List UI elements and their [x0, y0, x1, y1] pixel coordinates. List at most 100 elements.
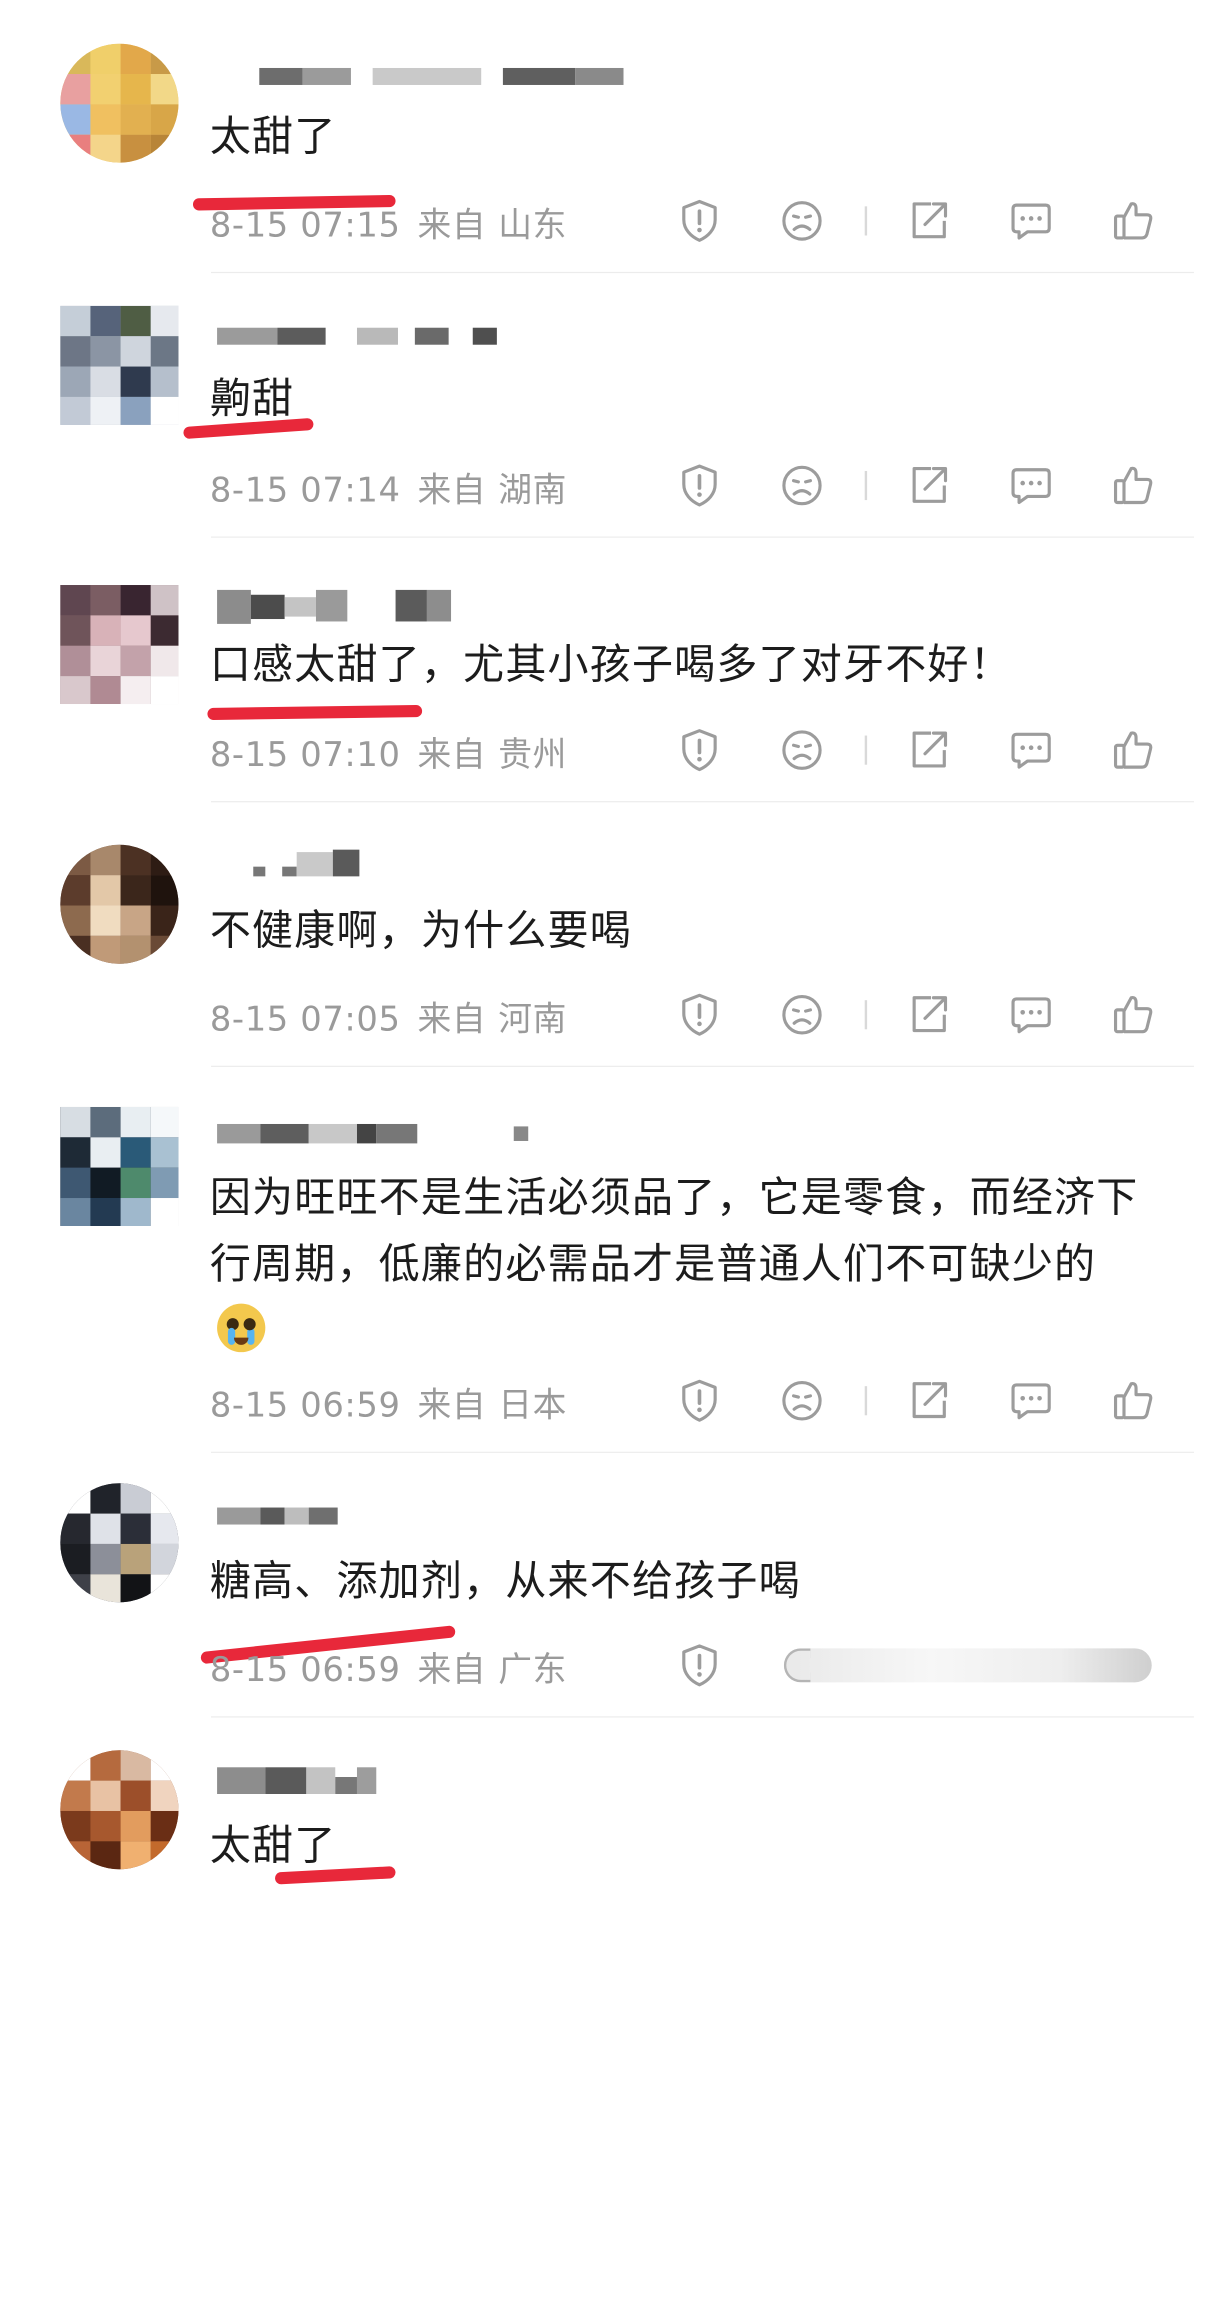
- comment-location: 湖南: [498, 469, 568, 510]
- username-redacted: [217, 849, 360, 877]
- report-button[interactable]: [675, 726, 723, 775]
- comment-text: 糖高、添加剂，从来不给孩子喝: [209, 1557, 801, 1606]
- username-redacted: [217, 589, 452, 624]
- comment-actions: [675, 461, 1157, 510]
- comment-meta: 8-15 06:59 来自 广东: [210, 1643, 567, 1692]
- report-button[interactable]: [675, 461, 723, 510]
- like-button[interactable]: [1110, 990, 1158, 1039]
- comment-divider: [211, 1065, 1194, 1067]
- from-label: 来自: [417, 734, 487, 775]
- comment-actions: [675, 990, 1157, 1039]
- avatar[interactable]: [60, 1106, 179, 1226]
- reply-button[interactable]: [1007, 461, 1055, 510]
- comment-actions: [675, 726, 1157, 775]
- username-redacted: [217, 1767, 377, 1794]
- reply-button[interactable]: [1007, 726, 1055, 775]
- from-label: 来自: [417, 1384, 487, 1426]
- share-box-icon: [912, 1382, 948, 1419]
- avatar[interactable]: [60, 844, 179, 964]
- comment-time: 8-15 07:10: [209, 734, 401, 775]
- comment-text: 不健康啊，为什么要喝: [209, 906, 632, 956]
- chat-bubble-icon: [1011, 732, 1051, 769]
- comment-location: 河南: [498, 998, 568, 1040]
- shield-exclamation-icon: [682, 199, 717, 242]
- comment-meta: 8-15 07:14 来自 湖南: [210, 464, 567, 513]
- comment-text: 齁甜: [209, 375, 295, 424]
- avatar[interactable]: [60, 43, 179, 163]
- from-label: 来自: [417, 998, 487, 1040]
- comment-actions: [675, 1376, 1157, 1425]
- comment-time: 8-15 07:14: [209, 469, 401, 510]
- crying-face-emoji-icon: [217, 1303, 266, 1353]
- share-button[interactable]: [905, 197, 953, 246]
- thumbs-up-icon: [1113, 731, 1153, 769]
- avatar[interactable]: [60, 305, 179, 425]
- report-button[interactable]: [675, 990, 723, 1039]
- username-redacted: [217, 67, 624, 85]
- avatar[interactable]: [60, 1750, 179, 1870]
- actions-redacted: [783, 1648, 1152, 1683]
- comment-divider: [211, 271, 1194, 274]
- frown-face-icon: [782, 730, 822, 770]
- dislike-button[interactable]: [778, 197, 826, 246]
- chat-bubble-icon: [1011, 468, 1051, 505]
- comment-meta: 8-15 07:10 来自 贵州: [210, 728, 567, 777]
- comment-time: 8-15 06:59: [209, 1649, 401, 1690]
- from-label: 来自: [417, 205, 487, 246]
- divider: [864, 735, 868, 765]
- share-button[interactable]: [905, 726, 953, 775]
- comment-text-content: 因为旺旺不是生活必须品了，它是零食，而经济下行周期，低廉的必需品才是普通人们不可…: [209, 1173, 1139, 1290]
- like-button[interactable]: [1110, 726, 1158, 775]
- comment-divider: [211, 536, 1194, 538]
- highlight-mark: [207, 704, 423, 721]
- thumbs-up-icon: [1113, 202, 1153, 240]
- reply-button[interactable]: [1007, 990, 1055, 1039]
- comment-list: 太甜了 8-15 07:15 来自 山东 齁甜 8-15 07:14 来自 湖南…: [0, 0, 1206, 2309]
- comment-actions: [675, 197, 1157, 246]
- dislike-button[interactable]: [778, 1376, 826, 1425]
- divider: [864, 206, 868, 236]
- thumbs-up-icon: [1113, 1381, 1153, 1420]
- share-button[interactable]: [905, 990, 953, 1039]
- chat-bubble-icon: [1011, 203, 1051, 240]
- comment-divider: [211, 1451, 1194, 1453]
- shield-exclamation-icon: [682, 1644, 717, 1687]
- dislike-button[interactable]: [778, 726, 826, 775]
- username-redacted: [217, 1123, 529, 1144]
- like-button[interactable]: [1110, 197, 1158, 246]
- dislike-button[interactable]: [778, 461, 826, 510]
- frown-face-icon: [782, 201, 822, 241]
- share-box-icon: [912, 466, 948, 503]
- shield-exclamation-icon: [682, 993, 717, 1036]
- avatar[interactable]: [60, 585, 179, 705]
- share-box-icon: [912, 202, 948, 239]
- shield-exclamation-icon: [682, 464, 717, 507]
- frown-face-icon: [782, 994, 822, 1035]
- share-button[interactable]: [905, 461, 953, 510]
- frown-face-icon: [782, 465, 822, 506]
- like-button[interactable]: [1110, 1376, 1158, 1425]
- from-label: 来自: [417, 469, 487, 510]
- comment-meta: 8-15 07:15 来自 山东: [210, 199, 567, 248]
- like-button[interactable]: [1110, 461, 1158, 510]
- report-button[interactable]: [675, 1376, 723, 1425]
- reply-button[interactable]: [1007, 1376, 1055, 1425]
- username-redacted: [217, 327, 497, 345]
- comment-location: 山东: [498, 205, 568, 246]
- comment-text: 口感太甜了，尤其小孩子喝多了对牙不好！: [209, 640, 1012, 690]
- share-box-icon: [912, 731, 948, 768]
- report-button[interactable]: [675, 1641, 723, 1690]
- username-redacted: [217, 1507, 338, 1525]
- comment-meta: 8-15 06:59 来自 日本: [210, 1379, 567, 1428]
- thumbs-up-icon: [1113, 995, 1153, 1034]
- comment-location: 贵州: [498, 734, 568, 775]
- dislike-button[interactable]: [778, 990, 826, 1039]
- thumbs-up-icon: [1113, 466, 1153, 505]
- comment-time: 8-15 06:59: [209, 1384, 401, 1426]
- avatar[interactable]: [60, 1483, 179, 1603]
- reply-button[interactable]: [1007, 197, 1055, 246]
- share-box-icon: [912, 996, 948, 1033]
- share-button[interactable]: [905, 1376, 953, 1425]
- report-button[interactable]: [675, 197, 723, 246]
- comment-location: 日本: [498, 1384, 568, 1426]
